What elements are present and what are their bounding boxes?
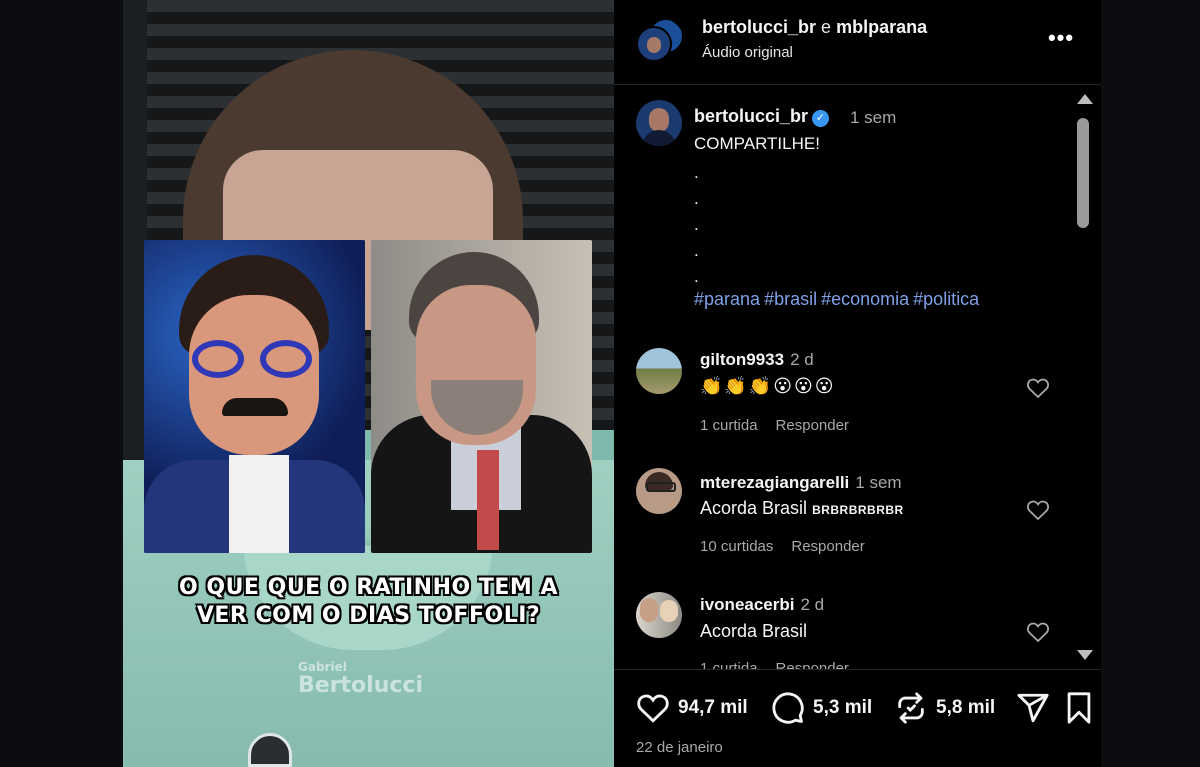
reply-button[interactable]: Responder <box>776 417 849 434</box>
hashtag-link[interactable]: #brasil <box>764 289 817 309</box>
scroll-up-arrow-icon[interactable] <box>1077 94 1093 104</box>
repost-button[interactable]: 5,8 mil <box>894 690 995 726</box>
comment-header: gilton9933 2 d <box>700 350 814 370</box>
video-caption-line1: O QUE QUE O RATINHO TEM A <box>179 575 558 600</box>
verified-badge-icon: ✓ <box>812 110 830 127</box>
comment-text-main: Acorda Brasil <box>700 498 808 518</box>
comment-header: ivoneacerbi 2 d <box>700 595 824 615</box>
comment-timestamp[interactable]: 2 d <box>790 350 814 369</box>
comment-like-icon[interactable] <box>1026 621 1050 643</box>
comment-meta: 1 curtida Responder <box>700 660 849 669</box>
comment-username[interactable]: ivoneacerbi <box>700 595 795 614</box>
post-caption: COMPARTILHE! <box>694 134 820 153</box>
share-button[interactable] <box>1016 690 1050 726</box>
watermark-last-name: Bertolucci <box>298 673 423 698</box>
hashtag-link[interactable]: #economia <box>821 289 909 309</box>
comment-text-extra: BRBRBRBRBR <box>812 503 904 517</box>
post-date[interactable]: 22 de janeiro <box>636 739 723 756</box>
save-button[interactable] <box>1064 690 1094 726</box>
post-panel: bertolucci_br e mblparana Áudio original… <box>614 0 1101 767</box>
post-author-username[interactable]: bertolucci_br <box>694 106 808 126</box>
post-hashtags: #parana #brasil #economia #politica <box>694 289 983 310</box>
caption-dot: . <box>694 241 699 260</box>
heart-icon <box>637 694 669 723</box>
comment-text: Acorda Brasil BRBRBRBRBR <box>700 498 904 519</box>
reply-button[interactable]: Responder <box>776 660 849 669</box>
comment-avatar[interactable] <box>636 468 682 514</box>
comment-count[interactable]: 5,3 mil <box>813 697 872 719</box>
comments-section[interactable]: bertolucci_br ✓ 1 sem COMPARTILHE! . . . … <box>614 0 1101 669</box>
caption-dot: . <box>694 163 699 182</box>
comment-meta: 1 curtida Responder <box>700 417 849 434</box>
comment-button[interactable]: 5,3 mil <box>771 690 872 726</box>
like-button[interactable]: 94,7 mil <box>636 690 748 726</box>
comment-timestamp[interactable]: 1 sem <box>855 473 901 492</box>
video-watermark: Gabriel Bertolucci <box>298 660 458 698</box>
like-count[interactable]: 94,7 mil <box>678 697 748 719</box>
repost-icon <box>898 692 924 724</box>
page-backdrop <box>1101 0 1200 767</box>
comments-scrollbar[interactable] <box>1074 90 1093 668</box>
watermark-first-name: Gabriel <box>298 660 347 674</box>
comment-header: mterezagiangarelli 1 sem <box>700 473 902 493</box>
comment-text: 👏👏👏😮😮😮 <box>700 376 836 396</box>
post-author: bertolucci_br ✓ <box>694 106 830 127</box>
post-author-avatar[interactable] <box>636 100 682 146</box>
comment-avatar[interactable] <box>636 348 682 394</box>
caption-dot: . <box>694 189 699 208</box>
comment-likes[interactable]: 10 curtidas <box>700 538 773 555</box>
caption-dot: . <box>694 267 699 286</box>
post-caption-dots: . . . . . <box>694 160 699 290</box>
inset-photo-ratinho <box>144 240 365 553</box>
comment-bubble-icon <box>772 692 804 724</box>
comment-avatar[interactable] <box>636 592 682 638</box>
reply-button[interactable]: Responder <box>791 538 864 555</box>
hashtag-link[interactable]: #politica <box>913 289 979 309</box>
comment-likes[interactable]: 1 curtida <box>700 417 758 434</box>
scrollbar-thumb[interactable] <box>1077 118 1089 228</box>
comment-username[interactable]: gilton9933 <box>700 350 784 369</box>
comment-like-icon[interactable] <box>1026 499 1050 521</box>
repost-count[interactable]: 5,8 mil <box>936 697 995 719</box>
video-caption-line2: VER COM O DIAS TOFFOLI? <box>196 603 541 628</box>
comment-timestamp[interactable]: 2 d <box>801 595 825 614</box>
post-actions-bar: 94,7 mil 5,3 mil 5,8 mil 22 de janeiro <box>614 669 1101 767</box>
comment-username[interactable]: mterezagiangarelli <box>700 473 849 492</box>
inset-photo-toffoli <box>371 240 592 553</box>
hashtag-link[interactable]: #parana <box>694 289 760 309</box>
bookmark-icon <box>1067 692 1091 724</box>
reel-video[interactable]: O QUE QUE O RATINHO TEM A VER COM O DIAS… <box>123 0 614 767</box>
send-icon <box>1017 693 1049 723</box>
caption-dot: . <box>694 215 699 234</box>
post-timestamp[interactable]: 1 sem <box>850 108 896 128</box>
scroll-down-arrow-icon[interactable] <box>1077 650 1093 660</box>
comment-meta: 10 curtidas Responder <box>700 538 865 555</box>
comment-text: Acorda Brasil <box>700 621 808 641</box>
comment-like-icon[interactable] <box>1026 377 1050 399</box>
comment-likes[interactable]: 1 curtida <box>700 660 758 669</box>
